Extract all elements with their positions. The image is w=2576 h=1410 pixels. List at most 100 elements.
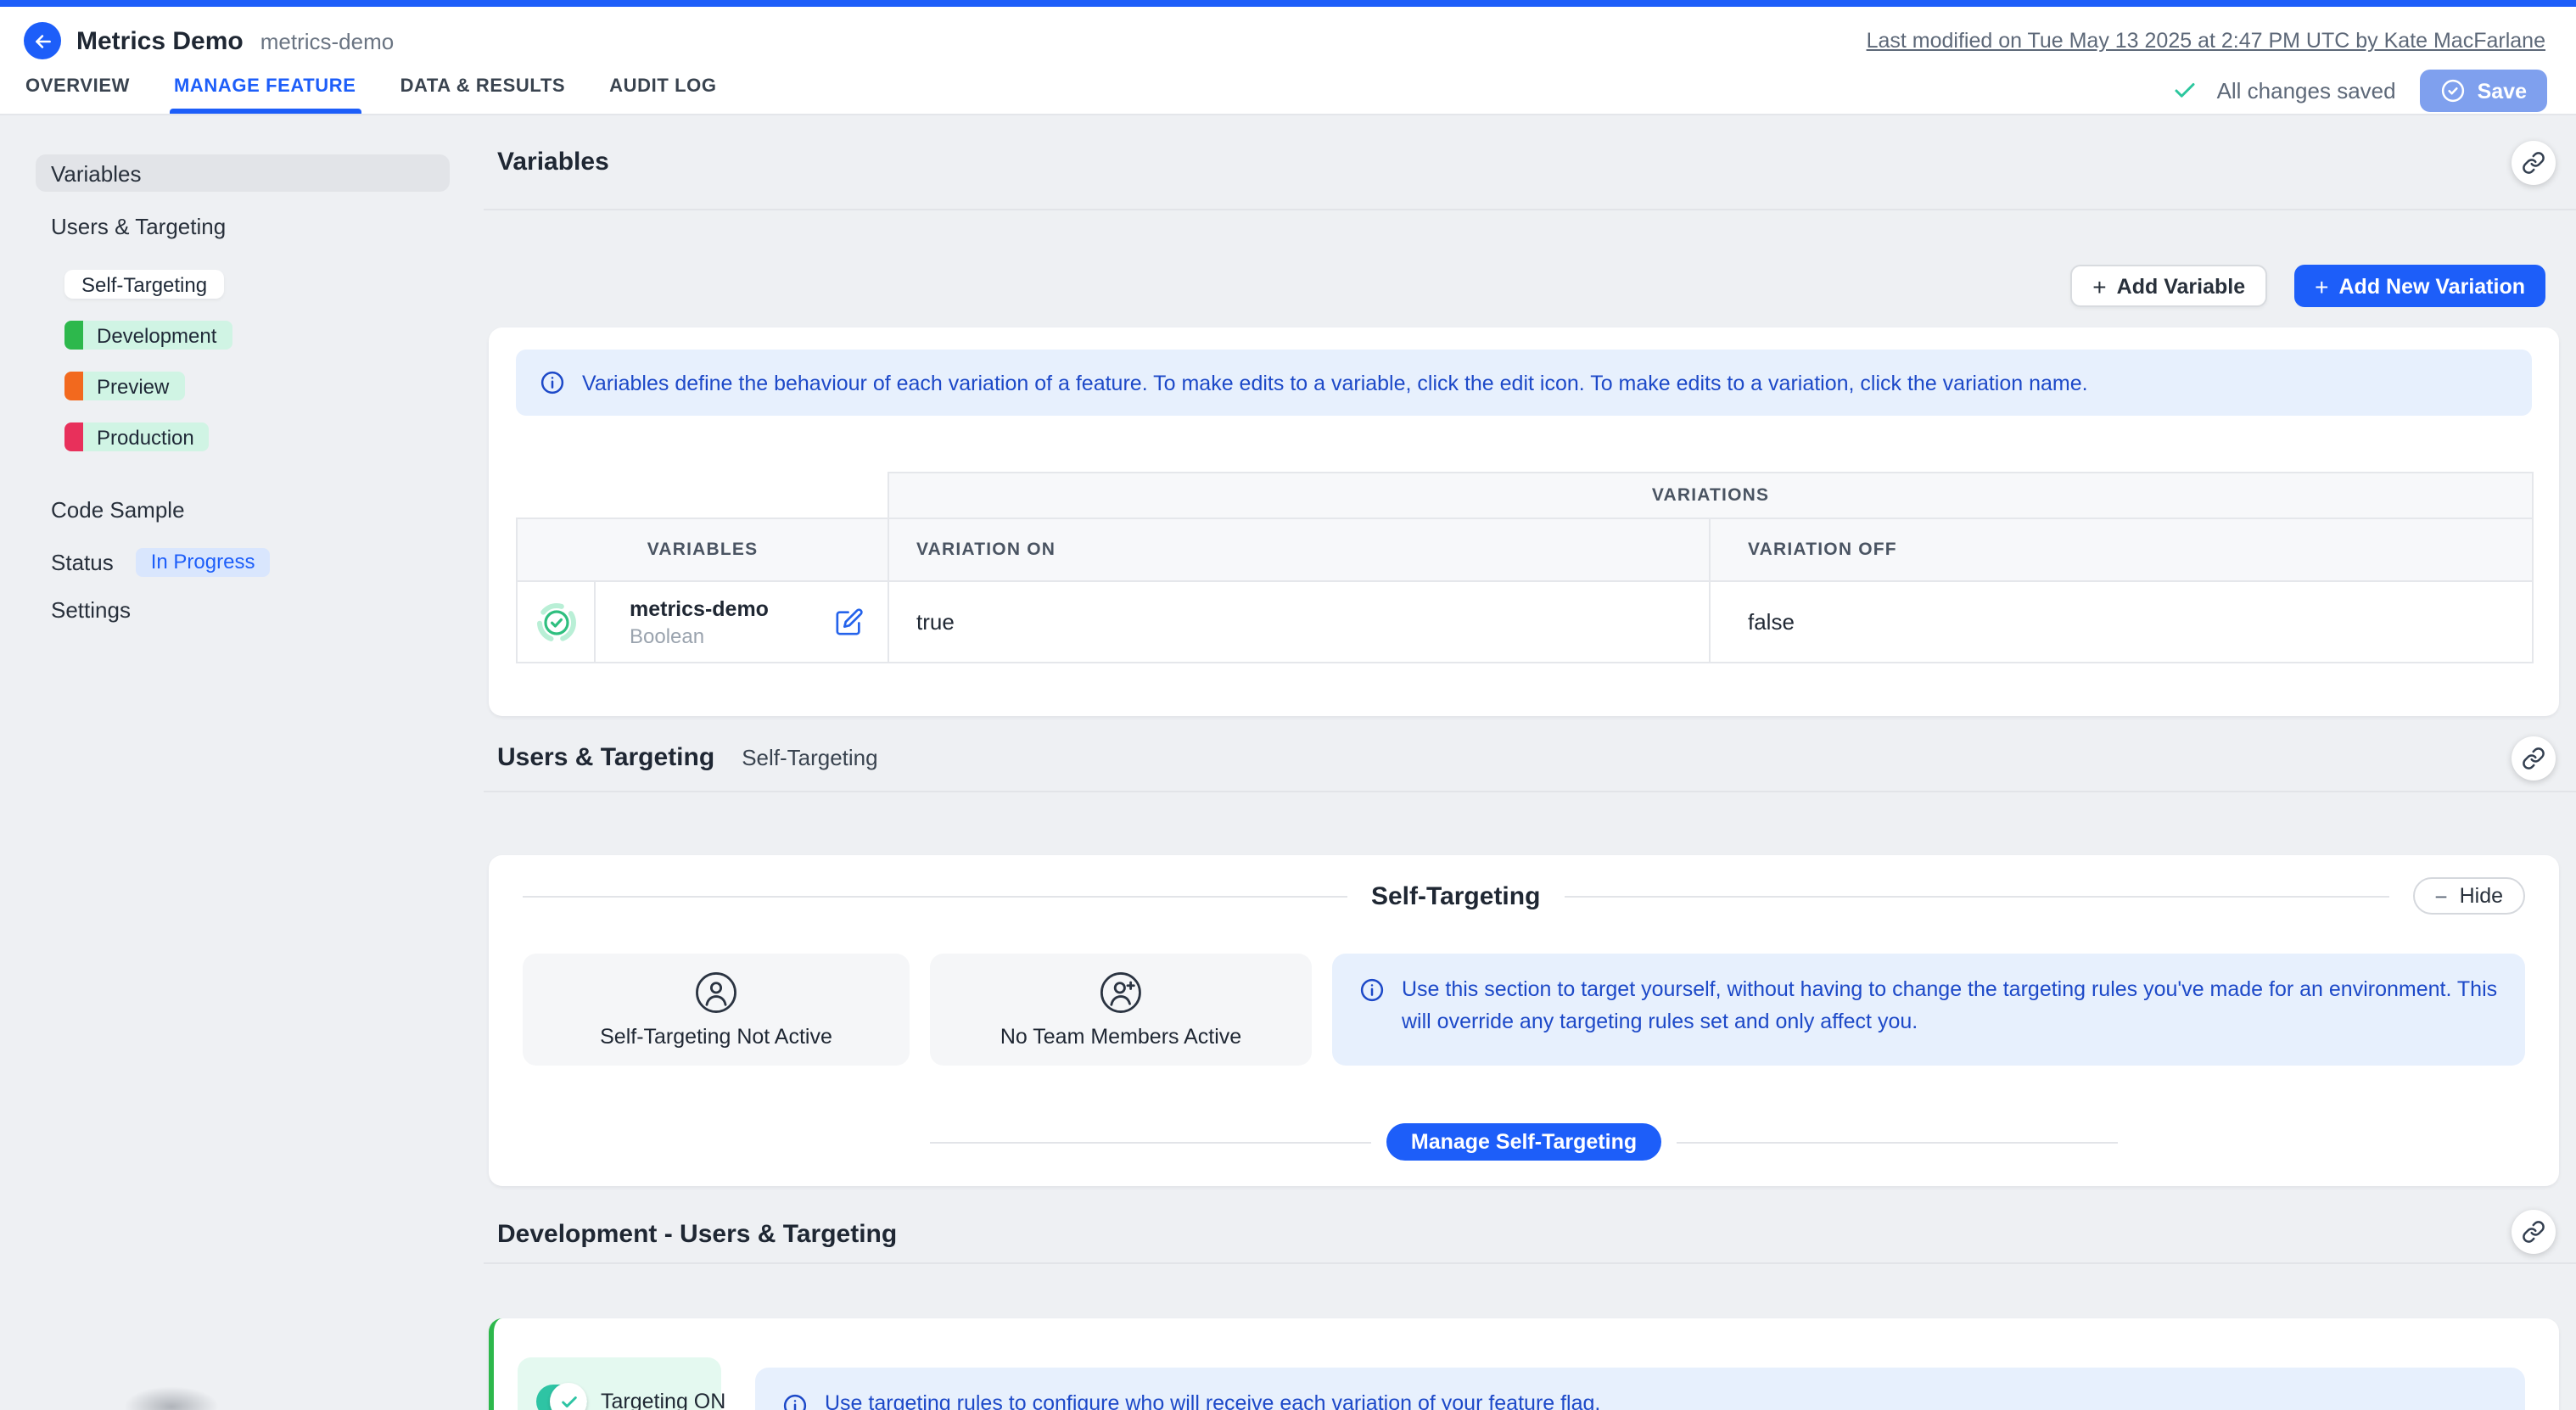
divider: [1676, 1141, 2117, 1143]
back-button[interactable]: [24, 22, 61, 59]
add-new-variation-button[interactable]: + Add New Variation: [2294, 265, 2545, 307]
link-icon: [2522, 746, 2545, 769]
sidebar-item-code-sample[interactable]: Code Sample: [36, 490, 450, 528]
hide-button[interactable]: − Hide: [2412, 877, 2525, 915]
copy-link-button[interactable]: [2512, 736, 2556, 780]
header-title-row: Metrics Demo metrics-demo Last modified …: [0, 7, 2576, 61]
add-variable-label: Add Variable: [2117, 274, 2245, 298]
last-modified-text: Last modified on Tue May 13 2025 at 2:47…: [1867, 29, 2545, 53]
main-content: Variables + Add Variable + Add New Varia…: [484, 115, 2576, 1410]
variations-group-header: VARIATIONS: [888, 473, 2533, 518]
sidebar-status-row: Status In Progress: [51, 543, 484, 580]
targeting-toggle-panel: Targeting ON: [518, 1357, 721, 1410]
users-targeting-section-header: Users & Targeting Self-Targeting: [484, 716, 2576, 792]
boolean-variable-icon: [518, 601, 594, 642]
user-plus-circle-icon: [1099, 971, 1143, 1015]
add-variable-button[interactable]: + Add Variable: [2070, 265, 2267, 307]
sidebar-item-label: Users & Targeting: [51, 213, 226, 238]
variables-toolbar: + Add Variable + Add New Variation: [484, 265, 2545, 307]
sidebar-item-settings[interactable]: Settings: [36, 590, 450, 628]
page-body: Variables Users & Targeting Self-Targeti…: [0, 115, 2576, 1410]
add-new-variation-label: Add New Variation: [2339, 274, 2526, 298]
team-members-status-text: No Team Members Active: [1000, 1025, 1241, 1049]
sidebar: Variables Users & Targeting Self-Targeti…: [0, 115, 484, 1410]
variables-table: VARIATIONS VARIABLES VARIATION ON VARIAT…: [516, 472, 2534, 663]
variables-info-text: Variables define the behaviour of each v…: [582, 371, 2088, 394]
check-icon: [2173, 78, 2198, 104]
development-info-text: Use targeting rules to configure who wil…: [825, 1391, 1600, 1410]
tab-bar: OVERVIEW MANAGE FEATURE DATA & RESULTS A…: [25, 76, 717, 114]
variable-row: metrics-demo Boolean true: [517, 581, 2533, 663]
sidebar-item-variables[interactable]: Variables: [36, 154, 450, 192]
table-spacer-cell: [517, 473, 888, 518]
variation-on-value: true: [888, 581, 1710, 663]
tab-manage-feature[interactable]: MANAGE FEATURE: [174, 76, 356, 114]
edit-pencil-icon: [835, 607, 864, 636]
link-icon: [2522, 150, 2545, 174]
status-badge[interactable]: In Progress: [136, 547, 271, 576]
section-subtitle: Self-Targeting: [742, 745, 877, 770]
self-targeting-body: Self-Targeting Not Active No Team Member…: [523, 954, 2525, 1066]
sidebar-item-self-targeting[interactable]: Self-Targeting: [64, 270, 224, 299]
hide-button-label: Hide: [2460, 884, 2503, 908]
self-targeting-card: Self-Targeting − Hide Self-Targeting Not…: [489, 855, 2559, 1186]
variation-off-value: false: [1710, 581, 2533, 663]
info-icon: [1359, 977, 1385, 1003]
manage-self-targeting-button[interactable]: Manage Self-Targeting: [1387, 1123, 1660, 1161]
toggle-knob-check-icon: [550, 1383, 587, 1410]
divider: [1564, 895, 2388, 897]
plus-icon: +: [2315, 274, 2328, 298]
self-targeting-pill-label: Self-Targeting: [81, 272, 207, 296]
app-header: Metrics Demo metrics-demo Last modified …: [0, 7, 2576, 115]
app-window: Metrics Demo metrics-demo Last modified …: [0, 0, 2576, 1410]
feature-key: metrics-demo: [260, 28, 395, 53]
self-targeting-status-tile: Self-Targeting Not Active: [523, 954, 910, 1066]
arrow-left-icon: [31, 30, 53, 52]
self-targeting-info-text: Use this section to target yourself, wit…: [1402, 974, 2498, 1040]
development-targeting-card: Targeting ON Use targeting rules to conf…: [489, 1318, 2559, 1410]
variables-section-header: Variables: [484, 115, 2576, 210]
section-title: Users & Targeting: [497, 743, 714, 772]
self-targeting-status-text: Self-Targeting Not Active: [600, 1025, 832, 1049]
minus-icon: −: [2434, 885, 2447, 907]
env-color-swatch-development: [64, 321, 83, 350]
link-icon: [2522, 1220, 2545, 1244]
tab-data-results[interactable]: DATA & RESULTS: [400, 76, 566, 114]
sidebar-item-label: Settings: [51, 596, 131, 622]
self-targeting-info-banner: Use this section to target yourself, wit…: [1332, 954, 2525, 1066]
top-accent-bar: [0, 0, 2576, 7]
sidebar-subitems: Self-Targeting Development Preview: [64, 260, 484, 473]
development-section-header: Development - Users & Targeting: [484, 1186, 2576, 1264]
divider: [931, 1141, 1372, 1143]
edit-variable-button[interactable]: [835, 607, 864, 636]
env-label: Preview: [83, 372, 184, 400]
variable-type: Boolean: [630, 624, 769, 647]
targeting-toggle[interactable]: [536, 1385, 587, 1410]
tab-audit-log[interactable]: AUDIT LOG: [609, 76, 716, 114]
copy-link-button[interactable]: [2512, 1210, 2556, 1254]
user-circle-icon: [694, 971, 738, 1015]
env-label: Development: [83, 321, 232, 350]
variables-card: Variables define the behaviour of each v…: [489, 327, 2559, 716]
manage-self-targeting-row: Manage Self-Targeting: [523, 1123, 2525, 1161]
targeting-toggle-label: Targeting ON: [601, 1390, 725, 1410]
copy-link-button[interactable]: [2512, 140, 2556, 184]
floating-widget-shadow: [124, 1386, 219, 1410]
info-icon: [540, 370, 565, 395]
save-button[interactable]: Save: [2420, 70, 2547, 112]
variation-on-column-header: VARIATION ON: [888, 518, 1710, 581]
variables-info-banner: Variables define the behaviour of each v…: [516, 350, 2532, 416]
sidebar-item-env-development[interactable]: Development: [64, 321, 232, 350]
save-status-text: All changes saved: [2217, 78, 2396, 104]
sidebar-item-label: Variables: [51, 160, 141, 186]
sidebar-item-users-targeting[interactable]: Users & Targeting: [36, 207, 450, 244]
sidebar-item-env-production[interactable]: Production: [64, 422, 210, 451]
section-title: Development - Users & Targeting: [497, 1220, 897, 1249]
tab-overview[interactable]: OVERVIEW: [25, 76, 130, 114]
info-icon: [782, 1393, 808, 1410]
sidebar-item-label: Code Sample: [51, 496, 185, 522]
sidebar-item-env-preview[interactable]: Preview: [64, 372, 184, 400]
team-members-status-tile: No Team Members Active: [930, 954, 1312, 1066]
plus-icon: +: [2092, 274, 2106, 298]
variable-name: metrics-demo: [630, 596, 769, 620]
